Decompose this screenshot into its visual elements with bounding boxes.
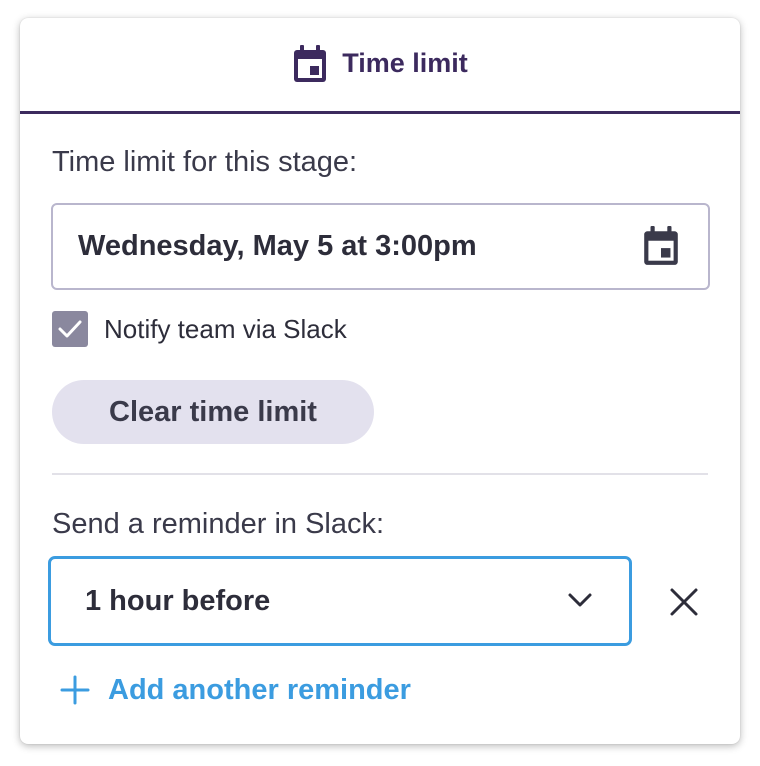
add-reminder-link[interactable]: Add another reminder xyxy=(60,670,411,710)
plus-icon xyxy=(60,675,90,705)
checkmark-icon xyxy=(58,320,82,338)
panel-header: Time limit xyxy=(20,18,740,114)
time-limit-panel: Time limit Time limit for this stage: We… xyxy=(20,18,740,744)
section-divider xyxy=(52,473,708,475)
calendar-icon[interactable] xyxy=(642,225,680,267)
time-limit-label: Time limit for this stage: xyxy=(52,146,358,178)
notify-slack-option[interactable]: Notify team via Slack xyxy=(52,311,347,347)
reminder-selected-value: 1 hour before xyxy=(85,584,271,617)
calendar-icon xyxy=(294,44,327,82)
time-limit-date-field[interactable]: Wednesday, May 5 at 3:00pm xyxy=(51,203,710,290)
add-reminder-label: Add another reminder xyxy=(108,673,411,706)
panel-title: Time limit xyxy=(342,48,468,78)
reminder-label: Send a reminder in Slack: xyxy=(52,508,385,540)
notify-slack-label: Notify team via Slack xyxy=(104,313,347,344)
reminder-select[interactable]: 1 hour before xyxy=(48,556,632,646)
chevron-down-icon xyxy=(568,593,592,607)
notify-slack-checkbox[interactable] xyxy=(52,311,88,347)
time-limit-date-value: Wednesday, May 5 at 3:00pm xyxy=(78,230,477,262)
remove-reminder-close-icon[interactable] xyxy=(666,584,702,620)
clear-time-limit-button[interactable]: Clear time limit xyxy=(52,380,374,444)
